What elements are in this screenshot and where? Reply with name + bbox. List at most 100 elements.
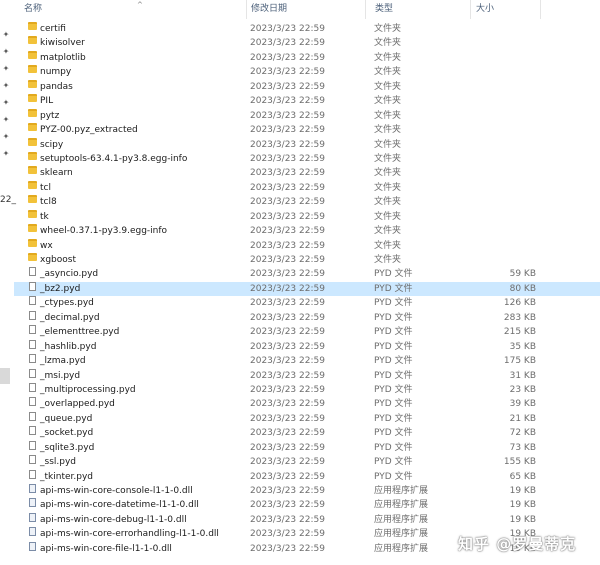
file-name: scipy [40, 139, 64, 150]
file-row[interactable]: _asyncio.pyd 2023/3/23 22:59 PYD 文件 59 KB [14, 267, 600, 281]
file-row[interactable]: _bz2.pyd 2023/3/23 22:59 PYD 文件 80 KB [14, 281, 600, 297]
file-date: 2023/3/23 22:59 [250, 24, 325, 34]
size-column-header[interactable]: 大小 [466, 0, 536, 19]
pin-icon[interactable]: ✦ [2, 133, 10, 141]
file-name: _ssl.pyd [40, 457, 76, 468]
pin-icon[interactable]: ✦ [2, 65, 10, 73]
file-row[interactable]: _multiprocessing.pyd 2023/3/23 22:59 PYD 文… [14, 382, 600, 397]
file-size: 19 KB [509, 500, 536, 511]
file-name: sklearn [40, 168, 73, 179]
file-date: 2023/3/23 22:59 [250, 298, 325, 309]
file-date: 2023/3/23 22:59 [250, 500, 325, 511]
file-name: api-ms-win-core-datetime-l1-1-0.dll [40, 500, 199, 511]
file-name: api-ms-win-core-debug-l1-1-0.dll [40, 514, 187, 525]
file-row[interactable]: tk 2023/3/23 22:59 文件夹 [14, 209, 600, 224]
file-row[interactable]: _elementtree.pyd 2023/3/23 22:59 PYD 文件 215… [14, 325, 600, 339]
pin-icon[interactable]: ✦ [2, 150, 10, 158]
file-date: 2023/3/23 22:59 [250, 139, 325, 150]
file-date: 2023/3/23 22:59 [250, 168, 325, 179]
file-row[interactable]: _lzma.pyd 2023/3/23 22:59 PYD 文件 175 KB [14, 354, 600, 368]
file-icon [29, 339, 36, 349]
file-size: 19 KB [509, 486, 536, 496]
type-column-header[interactable]: 类型 [365, 0, 469, 19]
file-icon [29, 368, 36, 378]
file-row[interactable]: kiwisolver 2023/3/23 22:59 文件夹 [14, 36, 600, 50]
file-type: 文件夹 [374, 255, 402, 265]
file-row[interactable]: _overlapped.pyd 2023/3/23 22:59 PYD 文件 39 K… [14, 397, 600, 411]
file-row[interactable]: PYZ-00.pyz_extracted 2023/3/23 22:59 文件夹 [14, 123, 600, 137]
file-row[interactable]: api-ms-win-core-datetime-l1-1-0.dll 2023/… [14, 498, 600, 512]
file-type: PYD 文件 [374, 413, 413, 424]
file-row[interactable]: sklearn 2023/3/23 22:59 文件夹 [14, 166, 600, 180]
file-size: 65 KB [509, 471, 536, 482]
file-name: _hashlib.pyd [40, 341, 97, 352]
file-size: 215 KB [503, 327, 536, 338]
file-type: 文件夹 [374, 81, 402, 92]
file-row[interactable]: tcl 2023/3/23 22:59 文件夹 [14, 180, 600, 195]
file-type: 文件夹 [374, 168, 402, 179]
column-divider[interactable] [540, 0, 541, 19]
pin-icon[interactable]: ✦ [2, 48, 10, 56]
file-icon [29, 325, 36, 335]
file-date: 2023/3/23 22:59 [250, 327, 325, 338]
file-name: PYZ-00.pyz_extracted [40, 125, 138, 136]
file-size: 39 KB [509, 399, 536, 410]
file-row[interactable]: certifi 2023/3/23 22:59 文件夹 [14, 22, 600, 36]
file-row[interactable]: pandas 2023/3/23 22:59 文件夹 [14, 79, 600, 94]
file-size: 73 KB [509, 442, 536, 453]
file-row[interactable]: scipy 2023/3/23 22:59 文件夹 [14, 137, 600, 152]
file-type: 应用程序扩展 [374, 543, 429, 554]
file-date: 2023/3/23 22:59 [250, 125, 325, 136]
file-size: 19 KB [509, 514, 536, 525]
file-name: _lzma.pyd [40, 356, 86, 367]
file-row[interactable]: _queue.pyd 2023/3/23 22:59 PYD 文件 21 KB [14, 411, 600, 426]
file-row[interactable]: _hashlib.pyd 2023/3/23 22:59 PYD 文件 35 KB [14, 339, 600, 354]
file-type: 文件夹 [374, 182, 402, 193]
file-type: PYD 文件 [374, 356, 413, 367]
file-name: pytz [40, 110, 60, 121]
file-row[interactable]: xgboost 2023/3/23 22:59 文件夹 [14, 253, 600, 267]
file-date: 2023/3/23 22:59 [250, 312, 325, 323]
file-date: 2023/3/23 22:59 [250, 240, 325, 251]
pin-icon[interactable]: ✦ [2, 116, 10, 124]
file-row[interactable]: _tkinter.pyd 2023/3/23 22:59 PYD 文件 65 KB [14, 469, 600, 484]
date-column-header[interactable]: 修改日期 [241, 0, 365, 19]
file-row[interactable]: PIL 2023/3/23 22:59 文件夹 [14, 94, 600, 108]
file-name: _sqlite3.pyd [40, 442, 95, 453]
file-row[interactable]: wx 2023/3/23 22:59 文件夹 [14, 238, 600, 253]
file-date: 2023/3/23 22:59 [250, 255, 325, 265]
file-row[interactable]: _decimal.pyd 2023/3/23 22:59 PYD 文件 283 KB [14, 310, 600, 325]
file-row[interactable]: wheel-0.37.1-py3.9.egg-info 2023/3/23 22:… [14, 224, 600, 238]
file-row[interactable]: _sqlite3.pyd 2023/3/23 22:59 PYD 文件 73 KB [14, 440, 600, 455]
file-row[interactable]: tcl8 2023/3/23 22:59 文件夹 [14, 195, 600, 209]
file-row[interactable]: _ctypes.pyd 2023/3/23 22:59 PYD 文件 126 KB [14, 296, 600, 310]
file-date: 2023/3/23 22:59 [250, 226, 325, 237]
file-row[interactable]: _ssl.pyd 2023/3/23 22:59 PYD 文件 155 KB [14, 455, 600, 469]
file-date: 2023/3/23 22:59 [250, 384, 325, 395]
file-type: 文件夹 [374, 125, 402, 136]
file-name: PIL [40, 96, 54, 107]
file-type: 文件夹 [374, 211, 402, 222]
file-row[interactable]: api-ms-win-core-debug-l1-1-0.dll 2023/3/2… [14, 512, 600, 527]
pin-icon[interactable]: ✦ [2, 99, 10, 107]
pin-icon[interactable]: ✦ [2, 31, 10, 39]
file-row[interactable]: api-ms-win-core-console-l1-1-0.dll 2023/3… [14, 484, 600, 498]
file-type: 文件夹 [374, 197, 402, 208]
file-row[interactable]: numpy 2023/3/23 22:59 文件夹 [14, 65, 600, 79]
name-column-header[interactable]: 名称 [14, 0, 246, 19]
file-type: 文件夹 [374, 226, 402, 237]
scrollbar-thumb[interactable] [0, 368, 10, 384]
file-row[interactable]: pytz 2023/3/23 22:59 文件夹 [14, 108, 600, 123]
file-row[interactable]: setuptools-63.4.1-py3.8.egg-info 2023/3/2… [14, 151, 600, 166]
pin-icon[interactable]: ✦ [2, 82, 10, 90]
file-date: 2023/3/23 22:59 [250, 52, 325, 63]
file-type: PYD 文件 [374, 471, 413, 482]
file-row[interactable]: _msi.pyd 2023/3/23 22:59 PYD 文件 31 KB [14, 368, 600, 383]
file-row[interactable]: _socket.pyd 2023/3/23 22:59 PYD 文件 72 KB [14, 426, 600, 440]
file-row[interactable]: matplotlib 2023/3/23 22:59 文件夹 [14, 50, 600, 65]
file-date: 2023/3/23 22:59 [250, 283, 325, 294]
file-date: 2023/3/23 22:59 [250, 341, 325, 352]
file-size: 283 KB [503, 312, 536, 323]
file-size: 31 KB [509, 370, 536, 381]
file-name: api-ms-win-core-file-l1-1-0.dll [40, 543, 172, 554]
